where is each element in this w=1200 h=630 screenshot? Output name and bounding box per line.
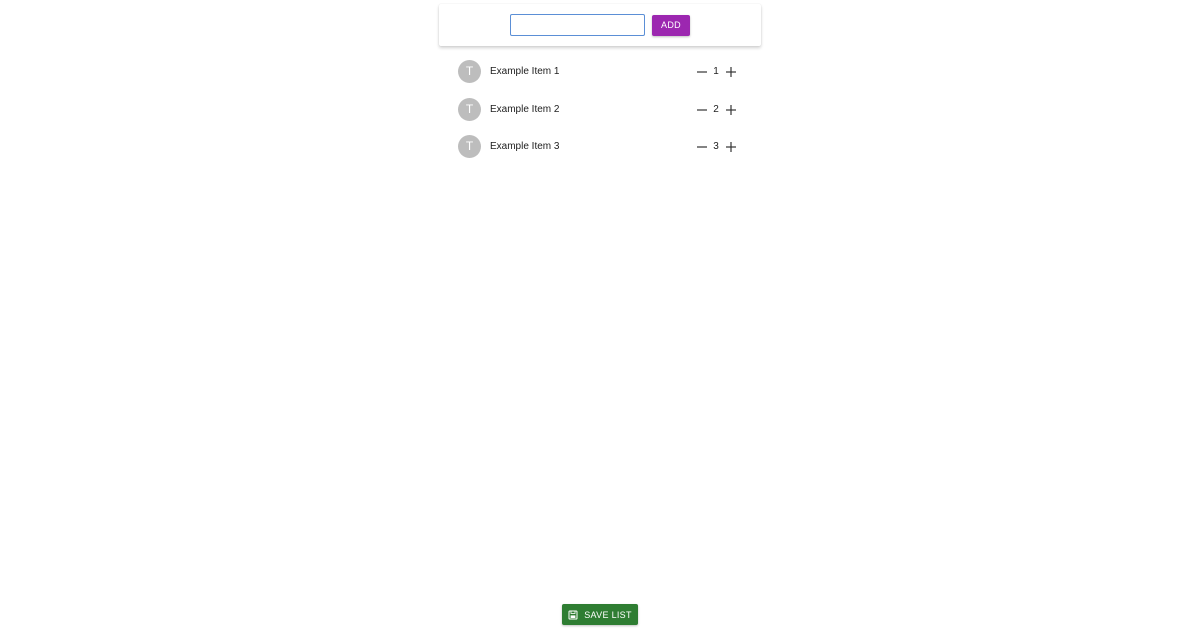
item-label: Example Item 1 — [490, 66, 560, 77]
item-label: Example Item 2 — [490, 103, 560, 115]
add-item-card: ADD — [439, 4, 761, 46]
save-icon — [568, 610, 578, 620]
increment-button[interactable] — [724, 140, 738, 154]
quantity-value: 2 — [713, 103, 719, 115]
plus-icon — [726, 142, 736, 152]
minus-icon — [697, 71, 707, 73]
list-item: T Example Item 2 2 — [450, 91, 750, 129]
plus-icon — [726, 67, 736, 77]
plus-icon — [726, 104, 736, 115]
decrement-button[interactable] — [695, 103, 709, 117]
increment-button[interactable] — [724, 103, 738, 117]
list-item: T Example Item 3 3 — [450, 128, 750, 166]
decrement-button[interactable] — [695, 65, 709, 79]
minus-icon — [697, 108, 707, 111]
page: ADD T Example Item 1 1 T Example Item 2 … — [0, 0, 1200, 630]
quantity-value: 1 — [713, 66, 719, 77]
avatar: T — [458, 97, 481, 121]
add-item-input[interactable] — [510, 14, 645, 36]
add-button[interactable]: ADD — [652, 15, 690, 36]
item-label: Example Item 3 — [490, 141, 560, 152]
avatar: T — [458, 60, 481, 83]
increment-button[interactable] — [724, 65, 738, 79]
save-list-label: SAVE LIST — [584, 609, 632, 620]
list-item: T Example Item 1 1 — [450, 53, 750, 91]
decrement-button[interactable] — [695, 140, 709, 154]
save-list-button[interactable]: SAVE LIST — [562, 604, 638, 625]
item-list: T Example Item 1 1 T Example Item 2 2 T … — [450, 53, 750, 166]
quantity-value: 3 — [713, 141, 719, 152]
avatar: T — [458, 135, 481, 158]
minus-icon — [697, 146, 707, 148]
